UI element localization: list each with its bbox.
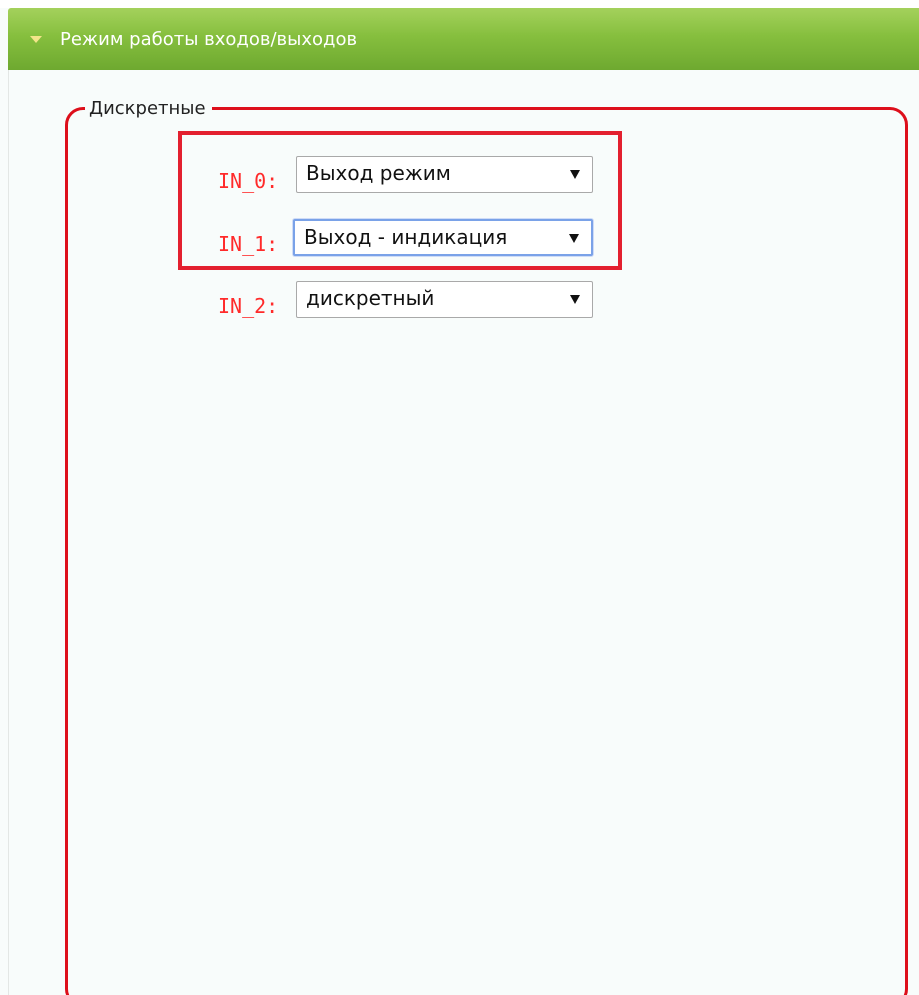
input-label-in1: IN_1: xyxy=(218,232,279,256)
page: Режим работы входов/выходов Дискретные I… xyxy=(0,0,919,995)
section-header[interactable]: Режим работы входов/выходов xyxy=(8,8,919,70)
input-label-in2: IN_2: xyxy=(218,294,279,318)
select-in0[interactable]: Выход режим xyxy=(296,156,593,193)
chevron-down-icon xyxy=(570,295,580,304)
section-title: Режим работы входов/выходов xyxy=(60,28,358,50)
select-in2[interactable]: дискретный xyxy=(296,281,593,318)
fieldset-legend: Дискретные xyxy=(85,98,212,120)
top-strip xyxy=(0,0,919,8)
select-in1[interactable]: Выход - индикация xyxy=(293,219,593,256)
select-value-in2: дискретный xyxy=(306,286,435,310)
select-value-in1: Выход - индикация xyxy=(304,225,508,249)
panel-left-border xyxy=(8,70,9,995)
input-label-in0: IN_0: xyxy=(218,169,279,193)
collapse-toggle-icon[interactable] xyxy=(30,35,42,43)
chevron-down-icon xyxy=(569,234,579,243)
select-value-in0: Выход режим xyxy=(306,161,451,185)
chevron-down-icon xyxy=(570,170,580,179)
